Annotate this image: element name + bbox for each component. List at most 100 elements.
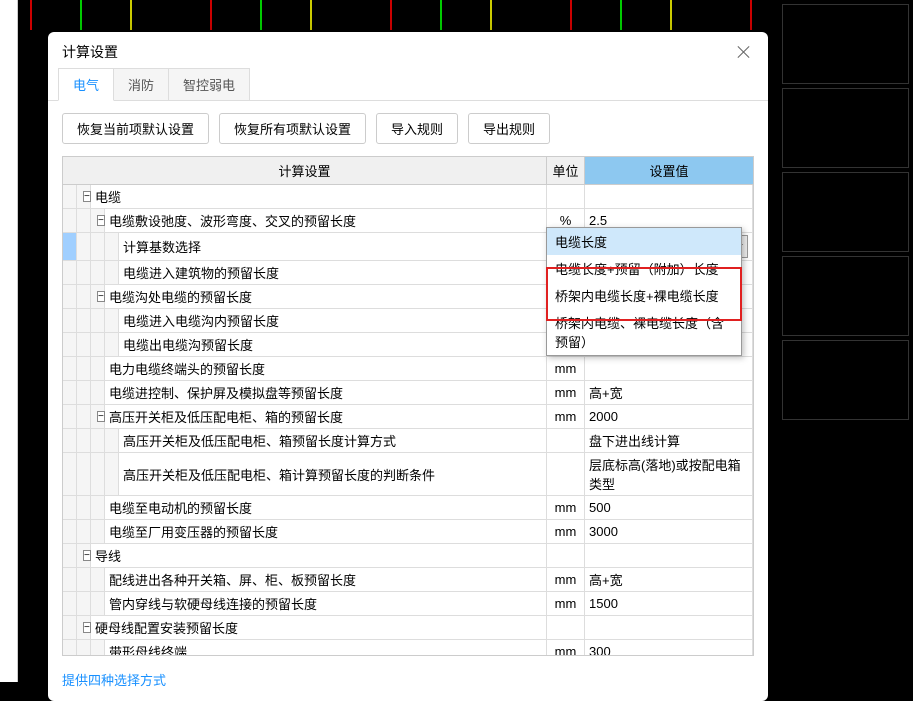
setting-value[interactable]: 高+宽 [585,381,753,404]
collapse-icon[interactable]: − [97,411,105,422]
table-row[interactable]: 高压开关柜及低压配电柜、箱预留长度计算方式盘下进出线计算 [63,429,753,453]
setting-name: 硬母线配置安装预留长度 [91,616,547,639]
settings-grid: 计算设置 单位 设置值 −电缆−电缆敷设弛度、波形弯度、交叉的预留长度%2.5计… [62,156,754,656]
footer-hint-link[interactable]: 提供四种选择方式 [48,664,768,701]
setting-unit: mm [547,568,585,591]
row-selector-stub[interactable] [63,209,77,232]
tab-smartcontrol[interactable]: 智控弱电 [168,68,250,100]
collapse-icon[interactable]: − [97,215,105,226]
table-row[interactable]: 管内穿线与软硬母线连接的预留长度mm1500 [63,592,753,616]
tree-indent [91,496,105,519]
setting-value[interactable] [585,616,753,639]
setting-name: 高压开关柜及低压配电柜、箱的预留长度 [105,405,547,428]
export-rules-button[interactable]: 导出规则 [468,113,550,144]
setting-value[interactable]: 500 [585,496,753,519]
tree-indent [77,285,91,308]
row-selector-stub[interactable] [63,261,77,284]
setting-value[interactable]: 盘下进出线计算 [585,429,753,452]
row-selector-stub[interactable] [63,381,77,404]
setting-name: 电缆沟处电缆的预留长度 [105,285,547,308]
import-rules-button[interactable]: 导入规则 [376,113,458,144]
tree-indent [77,209,91,232]
setting-name: 计算基数选择 [119,233,547,260]
setting-value[interactable] [585,357,753,380]
grid-body[interactable]: −电缆−电缆敷设弛度、波形弯度、交叉的预留长度%2.5计算基数选择电缆长度电缆进… [63,185,753,655]
row-selector-stub[interactable] [63,429,77,452]
setting-value[interactable]: 2000 [585,405,753,428]
tab-fire[interactable]: 消防 [113,68,169,100]
table-row[interactable]: 电力电缆终端头的预留长度mm [63,357,753,381]
setting-value[interactable]: 层底标高(落地)或按配电箱类型 [585,453,753,495]
dropdown-option[interactable]: 电缆长度+预留（附加）长度 [547,255,741,282]
tree-indent [91,429,105,452]
table-row[interactable]: −硬母线配置安装预留长度 [63,616,753,640]
tab-electrical[interactable]: 电气 [58,68,114,101]
setting-unit: mm [547,405,585,428]
tree-indent [105,429,119,452]
restore-all-button[interactable]: 恢复所有项默认设置 [219,113,366,144]
row-selector-stub[interactable] [63,333,77,356]
setting-value[interactable] [585,185,753,208]
tree-indent [91,453,105,495]
dialog-title: 计算设置 [62,42,118,62]
dropdown-option[interactable]: 桥架内电缆、裸电缆长度（含预留） [547,309,741,355]
collapse-icon[interactable]: − [97,291,105,302]
tree-indent [77,309,91,332]
setting-unit: mm [547,520,585,543]
setting-name: 电缆进控制、保护屏及模拟盘等预留长度 [105,381,547,404]
tree-indent [77,640,91,655]
row-selector-stub[interactable] [63,357,77,380]
calc-settings-dialog: 计算设置 电气 消防 智控弱电 恢复当前项默认设置 恢复所有项默认设置 导入规则… [48,32,768,701]
table-row[interactable]: −导线 [63,544,753,568]
setting-value[interactable]: 300 [585,640,753,655]
setting-name: 导线 [91,544,547,567]
dropdown-option[interactable]: 电缆长度 [547,228,741,255]
row-selector-stub[interactable] [63,453,77,495]
setting-value[interactable] [585,544,753,567]
table-row[interactable]: 电缆至电动机的预留长度mm500 [63,496,753,520]
row-selector-stub[interactable] [63,616,77,639]
row-selector-stub[interactable] [63,405,77,428]
tree-indent [91,568,105,591]
dropdown-popup: 电缆长度 电缆长度+预留（附加）长度 桥架内电缆长度+裸电缆长度 桥架内电缆、裸… [546,227,742,356]
setting-value[interactable]: 高+宽 [585,568,753,591]
row-selector-stub[interactable] [63,640,77,655]
table-row[interactable]: 带形母线终端mm300 [63,640,753,655]
tree-indent [77,592,91,615]
tree-indent: − [77,185,91,208]
row-selector-stub[interactable] [63,233,77,260]
tree-indent: − [91,209,105,232]
table-row[interactable]: 电缆至厂用变压器的预留长度mm3000 [63,520,753,544]
close-icon[interactable] [734,42,754,62]
restore-current-button[interactable]: 恢复当前项默认设置 [62,113,209,144]
tree-indent [105,333,119,356]
row-selector-stub[interactable] [63,544,77,567]
dropdown-option[interactable]: 桥架内电缆长度+裸电缆长度 [547,282,741,309]
row-selector-stub[interactable] [63,520,77,543]
row-selector-stub[interactable] [63,592,77,615]
tree-indent: − [77,544,91,567]
setting-value[interactable]: 3000 [585,520,753,543]
table-row[interactable]: 电缆进控制、保护屏及模拟盘等预留长度mm高+宽 [63,381,753,405]
setting-name: 电缆 [91,185,547,208]
setting-value[interactable]: 1500 [585,592,753,615]
row-selector-stub[interactable] [63,496,77,519]
row-selector-stub[interactable] [63,185,77,208]
collapse-icon[interactable]: − [83,191,91,202]
setting-name: 电缆出电缆沟预留长度 [119,333,547,356]
tree-indent [91,233,105,260]
tree-indent [77,381,91,404]
col-header-value: 设置值 [585,157,753,184]
table-row[interactable]: −电缆 [63,185,753,209]
table-row[interactable]: −高压开关柜及低压配电柜、箱的预留长度mm2000 [63,405,753,429]
table-row[interactable]: 配线进出各种开关箱、屏、柜、板预留长度mm高+宽 [63,568,753,592]
row-selector-stub[interactable] [63,285,77,308]
tree-indent [77,405,91,428]
setting-name: 电缆进入建筑物的预留长度 [119,261,547,284]
table-row[interactable]: 高压开关柜及低压配电柜、箱计算预留长度的判断条件层底标高(落地)或按配电箱类型 [63,453,753,496]
row-selector-stub[interactable] [63,568,77,591]
collapse-icon[interactable]: − [83,622,91,633]
tree-indent [105,233,119,260]
row-selector-stub[interactable] [63,309,77,332]
collapse-icon[interactable]: − [83,550,91,561]
